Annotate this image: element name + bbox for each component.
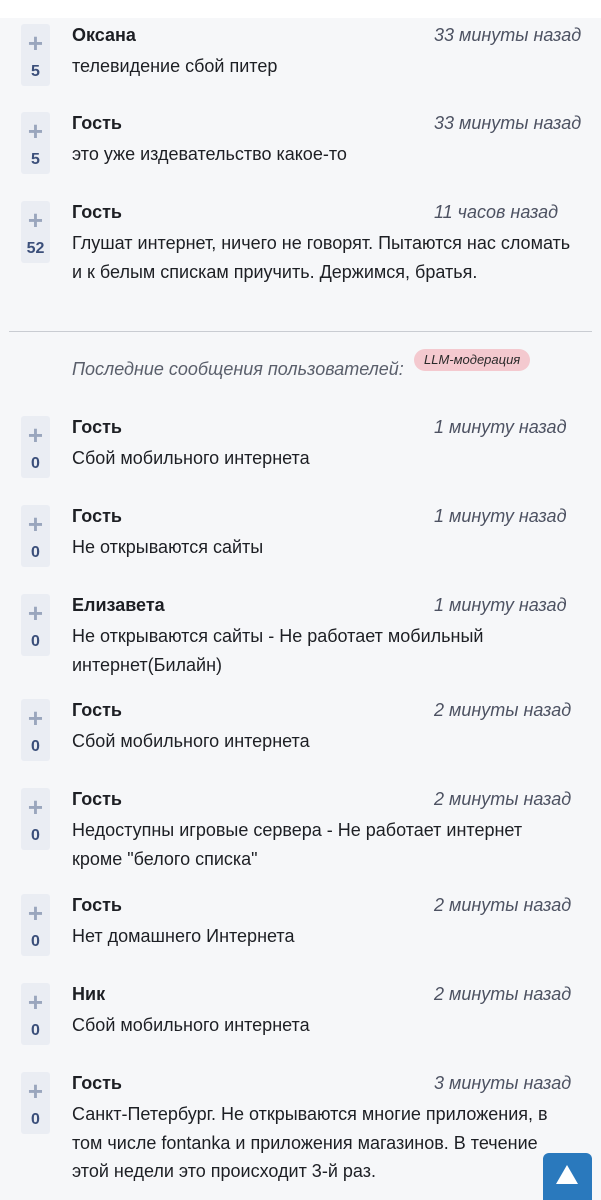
comment-text: телевидение сбой питер xyxy=(72,56,278,76)
vote-box: + 0 xyxy=(21,699,50,761)
vote-count: 5 xyxy=(31,151,40,168)
comment-author: Гость xyxy=(72,202,122,222)
comment-author: Гость xyxy=(72,1073,122,1093)
vote-count: 0 xyxy=(31,544,40,561)
vote-count: 0 xyxy=(31,738,40,755)
comment-time: 3 минуты назад xyxy=(434,1073,572,1093)
vote-count: 52 xyxy=(26,240,45,257)
comment-time: 2 минуты назад xyxy=(434,984,572,1004)
comment-text: Не открываются сайты xyxy=(72,537,264,557)
comment-time: 2 минуты назад xyxy=(434,789,572,809)
plus-icon[interactable]: + xyxy=(21,207,50,233)
comment-text: Сбой мобильного интернета xyxy=(72,1015,310,1035)
plus-icon[interactable]: + xyxy=(21,118,50,144)
plus-icon[interactable]: + xyxy=(21,511,50,537)
comment-author: Гость xyxy=(72,700,122,720)
comment-author: Гость xyxy=(72,113,122,133)
comment-author: Гость xyxy=(72,506,122,526)
plus-icon[interactable]: + xyxy=(21,705,50,731)
comment-author: Оксана xyxy=(72,25,136,45)
comment-author: Ник xyxy=(72,984,106,1004)
vote-box: + 0 xyxy=(21,416,50,478)
comment-time: 1 минуту назад xyxy=(434,595,567,615)
plus-icon[interactable]: + xyxy=(21,30,50,56)
comment-text: Санкт-Петербург. Не открываются многие п… xyxy=(72,1104,548,1181)
vote-box: + 0 xyxy=(21,594,50,656)
comment-author: Гость xyxy=(72,789,122,809)
arrow-up-icon xyxy=(556,1165,578,1184)
vote-box: + 5 xyxy=(21,24,50,86)
comment-text: Недоступны игровые сервера - Не работает… xyxy=(72,820,523,869)
comment-time: 1 минуту назад xyxy=(434,506,567,526)
vote-count: 0 xyxy=(31,1022,40,1039)
plus-icon[interactable]: + xyxy=(21,422,50,448)
vote-box: + 5 xyxy=(21,112,50,174)
section-divider xyxy=(9,331,592,332)
comment-text: Нет домашнего Интернета xyxy=(72,926,295,946)
vote-box: + 0 xyxy=(21,894,50,956)
plus-icon[interactable]: + xyxy=(21,1078,50,1104)
comment-author: Гость xyxy=(72,417,122,437)
comment-time: 2 минуты назад xyxy=(434,895,572,915)
comment-time: 2 минуты назад xyxy=(434,700,572,720)
comment-author: Гость xyxy=(72,895,122,915)
vote-count: 0 xyxy=(31,633,40,650)
section-title: Последние сообщения пользователей: xyxy=(72,359,404,379)
plus-icon[interactable]: + xyxy=(21,600,50,626)
comment-text: Не открываются сайты - Не работает мобил… xyxy=(72,626,484,675)
comment-time: 33 минуты назад xyxy=(434,25,582,45)
vote-count: 0 xyxy=(31,933,40,950)
vote-count: 0 xyxy=(31,827,40,844)
vote-box: + 52 xyxy=(21,201,50,263)
plus-icon[interactable]: + xyxy=(21,989,50,1015)
comment-text: это уже издевательство какое-то xyxy=(72,144,347,164)
vote-count: 5 xyxy=(31,63,40,80)
vote-count: 0 xyxy=(31,1111,40,1128)
vote-box: + 0 xyxy=(21,1072,50,1134)
comment-author: Елизавета xyxy=(72,595,165,615)
comment-text: Глушат интернет, ничего не говорят. Пыта… xyxy=(72,233,571,282)
moderation-badge: LLM-модерация xyxy=(414,349,531,371)
vote-box: + 0 xyxy=(21,505,50,567)
comment-time: 11 часов назад xyxy=(434,202,559,222)
scroll-top-button[interactable] xyxy=(543,1153,592,1200)
comment-text: Сбой мобильного интернета xyxy=(72,448,310,468)
plus-icon[interactable]: + xyxy=(21,900,50,926)
vote-count: 0 xyxy=(31,455,40,472)
comment-text: Сбой мобильного интернета xyxy=(72,731,310,751)
comment-time: 1 минуту назад xyxy=(434,417,567,437)
comment-time: 33 минуты назад xyxy=(434,113,582,133)
plus-icon[interactable]: + xyxy=(21,794,50,820)
vote-box: + 0 xyxy=(21,983,50,1045)
vote-box: + 0 xyxy=(21,788,50,850)
